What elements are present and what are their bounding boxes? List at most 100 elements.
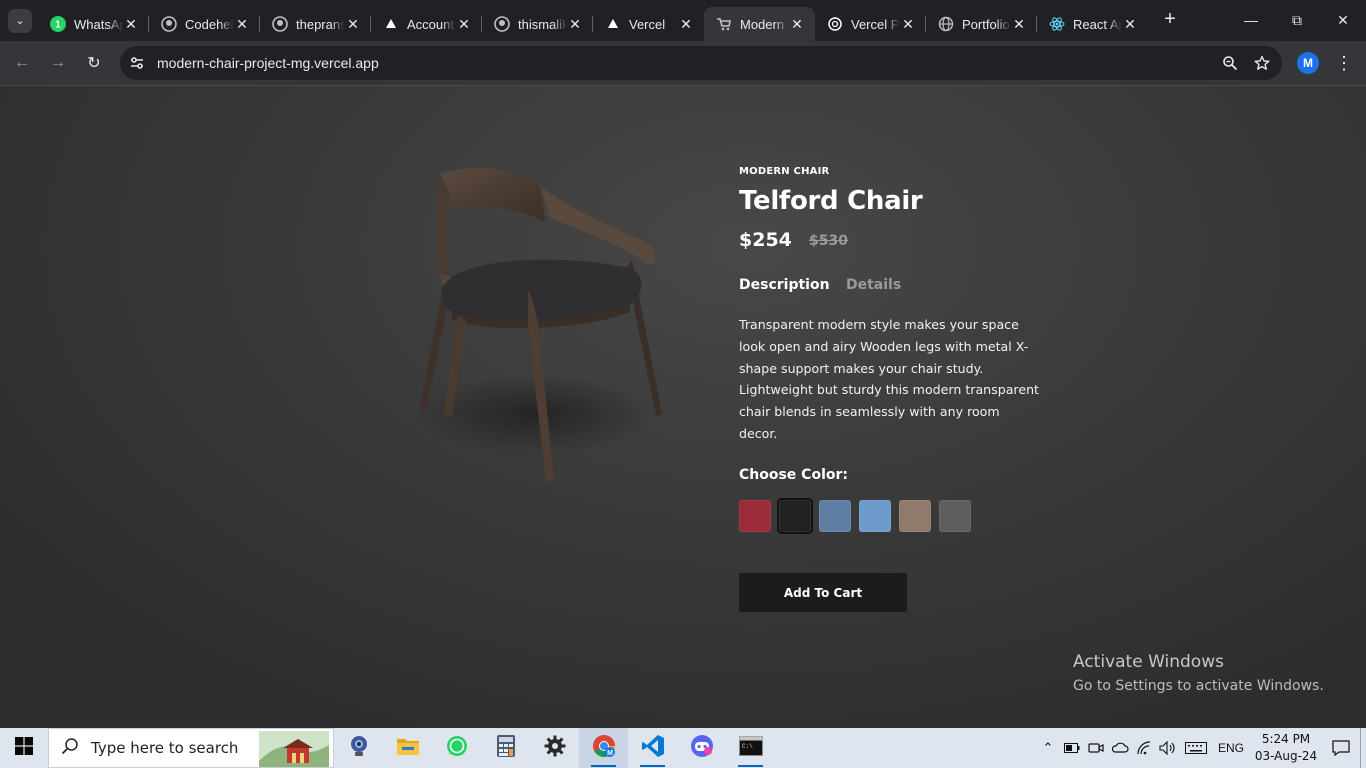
browser-menu-button[interactable]: ⋮ (1332, 47, 1356, 79)
product-page: MODERN CHAIR Telford Chair $254 $530 Des… (0, 86, 1366, 728)
browser-tab-strip: ⌄ 1 WhatsApp ✕ Codehelp ✕ thepranshu ✕ A… (0, 0, 1366, 41)
color-swatch-light-blue[interactable] (859, 500, 891, 532)
browser-tab[interactable]: thismalik ✕ (482, 7, 593, 41)
bookmark-star-icon[interactable] (1246, 47, 1278, 79)
close-tab-icon[interactable]: ✕ (1122, 16, 1138, 32)
start-button[interactable] (0, 728, 48, 768)
browser-tab-active[interactable]: Modern Chair ✕ (704, 7, 815, 41)
taskbar-search-box[interactable]: Type here to search (48, 728, 334, 768)
choose-color-label: Choose Color: (739, 467, 848, 483)
close-tab-icon[interactable]: ✕ (345, 16, 361, 32)
vscode-icon (641, 734, 665, 763)
tab-title: Account (407, 16, 454, 32)
reload-icon: ↻ (87, 55, 101, 72)
chevron-up-icon[interactable]: ⌃ (1036, 740, 1060, 756)
plus-icon: + (1164, 7, 1176, 30)
close-tab-icon[interactable]: ✕ (234, 16, 250, 32)
back-button[interactable]: ← (4, 45, 40, 81)
product-price: $254 (739, 229, 792, 251)
site-info-icon[interactable] (125, 51, 149, 75)
close-tab-icon[interactable]: ✕ (567, 16, 583, 32)
color-swatch-beige[interactable] (899, 500, 931, 532)
battery-icon[interactable] (1060, 743, 1084, 753)
windows-logo-icon (15, 736, 33, 760)
wifi-icon[interactable] (1132, 741, 1156, 755)
taskbar-file-explorer[interactable] (383, 728, 432, 768)
tab-title: Modern Chair (740, 16, 789, 32)
taskbar-calculator[interactable] (481, 728, 530, 768)
close-tab-icon[interactable]: ✕ (456, 16, 472, 32)
product-category: MODERN CHAIR (739, 166, 830, 177)
taskbar-chrome[interactable]: M (579, 728, 628, 768)
browser-tab[interactable]: Portfolio ✕ (926, 7, 1037, 41)
browser-tab[interactable]: 1 WhatsApp ✕ (38, 7, 149, 41)
browser-tab[interactable]: Codehelp ✕ (149, 7, 260, 41)
browser-tab[interactable]: thepranshu ✕ (260, 7, 371, 41)
color-swatch-grey[interactable] (939, 500, 971, 532)
chair-image (400, 164, 690, 484)
window-controls: — ⧉ ✕ (1228, 0, 1366, 40)
reload-button[interactable]: ↻ (76, 45, 112, 81)
system-tray: ⌃ ENG 5:24 PM 03-Aug-24 (1036, 728, 1366, 768)
browser-tab[interactable]: Vercel ✕ (593, 7, 704, 41)
profile-avatar[interactable]: M (1297, 52, 1319, 74)
close-tab-icon[interactable]: ✕ (900, 16, 916, 32)
address-bar[interactable]: modern-chair-project-mg.vercel.app (120, 46, 1282, 80)
keyboard-icon[interactable] (1180, 742, 1212, 754)
taskbar-settings[interactable] (530, 728, 579, 768)
taskbar-vscode[interactable] (628, 728, 677, 768)
taskbar-discord[interactable] (677, 728, 726, 768)
language-indicator[interactable]: ENG (1212, 741, 1250, 755)
chrome-profile-badge: M (607, 750, 613, 757)
vercel-icon (383, 16, 399, 32)
show-desktop-button[interactable] (1360, 728, 1366, 768)
tab-title: React App (1073, 16, 1122, 32)
arrow-left-icon: ← (14, 54, 30, 71)
meet-now-icon[interactable] (1084, 741, 1108, 755)
color-swatch-denim-blue[interactable] (819, 500, 851, 532)
close-tab-icon[interactable]: ✕ (789, 16, 805, 32)
taskbar-webcam-app[interactable] (334, 728, 383, 768)
tab-description[interactable]: Description (739, 277, 830, 293)
add-to-cart-button[interactable]: Add To Cart (739, 573, 907, 612)
close-window-button[interactable]: ✕ (1320, 0, 1366, 40)
tab-title: thismalik (518, 16, 567, 32)
search-icon (61, 737, 79, 760)
tab-title: WhatsApp (74, 16, 123, 32)
taskbar-clock[interactable]: 5:24 PM 03-Aug-24 (1250, 731, 1322, 765)
tab-title: thepranshu (296, 16, 345, 32)
browser-toolbar: ← → ↻ modern-chair-project-mg.vercel.app (0, 41, 1366, 86)
color-swatch-red[interactable] (739, 500, 771, 532)
watermark-subtitle: Go to Settings to activate Windows. (1073, 678, 1324, 694)
color-swatch-black[interactable] (777, 498, 813, 534)
zoom-icon[interactable] (1214, 47, 1246, 79)
browser-tab[interactable]: Account ✕ (371, 7, 482, 41)
more-vertical-icon: ⋮ (1335, 52, 1353, 73)
close-tab-icon[interactable]: ✕ (678, 16, 694, 32)
notification-icon[interactable] (1322, 740, 1360, 756)
chrome-icon: M (591, 733, 617, 764)
taskbar-terminal[interactable]: C:\ (726, 728, 775, 768)
browser-tab[interactable]: React App ✕ (1037, 7, 1148, 41)
onedrive-sync-icon[interactable] (1108, 741, 1132, 755)
browser-tab[interactable]: Vercel Project ✕ (815, 7, 926, 41)
restore-button[interactable]: ⧉ (1274, 0, 1320, 40)
volume-icon[interactable] (1156, 741, 1180, 755)
tab-title: Vercel (629, 16, 666, 32)
minimize-button[interactable]: — (1228, 0, 1274, 40)
windows-activation-watermark: Activate Windows Go to Settings to activ… (1073, 652, 1324, 694)
tab-search-button[interactable]: ⌄ (8, 8, 32, 33)
watermark-title: Activate Windows (1073, 652, 1224, 672)
taskbar-whatsapp[interactable] (432, 728, 481, 768)
url-text: modern-chair-project-mg.vercel.app (157, 55, 379, 71)
webcam-icon (347, 734, 371, 763)
whatsapp-badge: 1 (55, 20, 61, 31)
close-tab-icon[interactable]: ✕ (123, 16, 139, 32)
tab-details[interactable]: Details (846, 277, 901, 293)
new-tab-button[interactable]: + (1156, 5, 1184, 33)
cart-icon (716, 16, 732, 32)
product-description: Transparent modern style makes your spac… (739, 317, 1039, 441)
color-swatches (739, 498, 971, 534)
close-tab-icon[interactable]: ✕ (1011, 16, 1027, 32)
forward-button[interactable]: → (40, 45, 76, 81)
